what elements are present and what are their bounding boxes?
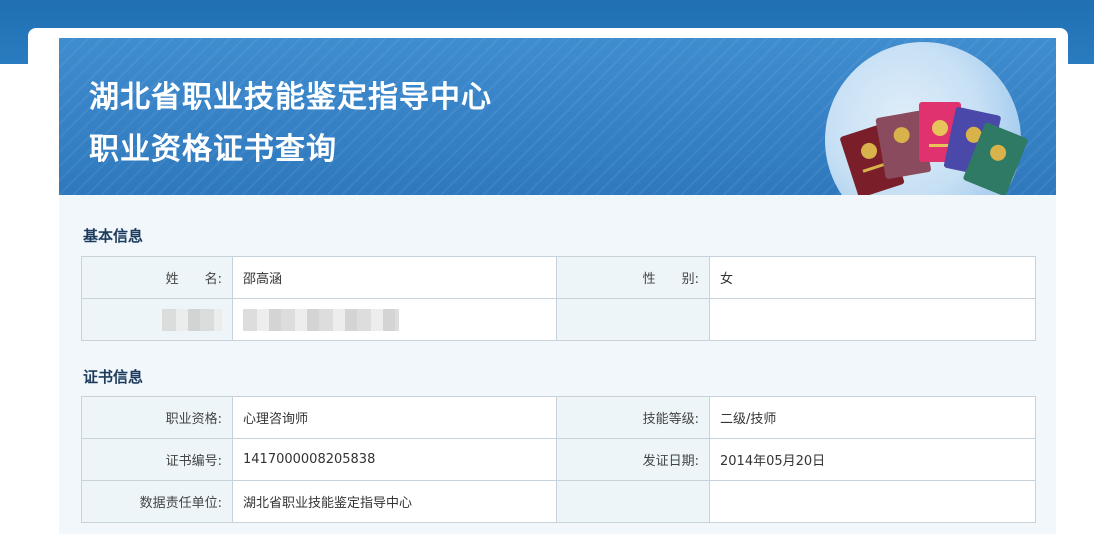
value-name: 邵高涵 bbox=[232, 256, 557, 299]
header-banner: 湖北省职业技能鉴定指导中心 职业资格证书查询 bbox=[59, 38, 1056, 195]
query-result-panel: 基本信息 姓 名: 邵高涵 性 别: 女 证书信息 职业资格: 心理咨询师 技能… bbox=[59, 195, 1056, 534]
redacted-value-blur bbox=[243, 308, 399, 331]
table-row: 职业资格: 心理咨询师 技能等级: 二级/技师 bbox=[81, 396, 1036, 439]
cert-info-table: 职业资格: 心理咨询师 技能等级: 二级/技师 证书编号: 1417000008… bbox=[81, 396, 1036, 523]
value-cert-number: 1417000008205838 bbox=[232, 438, 557, 481]
section-title-basic-info: 基本信息 bbox=[83, 227, 144, 245]
label-responsible-unit: 数据责任单位: bbox=[81, 480, 233, 523]
banner-title-organization: 湖北省职业技能鉴定指导中心 bbox=[89, 80, 492, 115]
label-name: 姓 名: bbox=[81, 256, 233, 299]
value-issue-date: 2014年05月20日 bbox=[709, 438, 1036, 481]
redacted-label-blur bbox=[162, 308, 222, 331]
label-cert-number: 证书编号: bbox=[81, 438, 233, 481]
label-skill-level: 技能等级: bbox=[556, 396, 710, 439]
basic-info-table: 姓 名: 邵高涵 性 别: 女 bbox=[81, 256, 1036, 341]
value-gender: 女 bbox=[709, 256, 1036, 299]
section-title-cert-info: 证书信息 bbox=[83, 368, 144, 386]
value-occupation: 心理咨询师 bbox=[232, 396, 557, 439]
label-redacted bbox=[81, 298, 233, 341]
value-skill-level: 二级/技师 bbox=[709, 396, 1036, 439]
label-occupation: 职业资格: bbox=[81, 396, 233, 439]
value-empty bbox=[709, 480, 1036, 523]
banner-title-query: 职业资格证书查询 bbox=[89, 132, 337, 167]
table-row bbox=[81, 298, 1036, 341]
value-redacted bbox=[232, 298, 557, 341]
table-row: 数据责任单位: 湖北省职业技能鉴定指导中心 bbox=[81, 480, 1036, 523]
table-row: 证书编号: 1417000008205838 发证日期: 2014年05月20日 bbox=[81, 438, 1036, 481]
label-issue-date: 发证日期: bbox=[556, 438, 710, 481]
table-row: 姓 名: 邵高涵 性 别: 女 bbox=[81, 256, 1036, 299]
label-empty bbox=[556, 480, 710, 523]
label-gender: 性 别: bbox=[556, 256, 710, 299]
value-empty bbox=[709, 298, 1036, 341]
value-responsible-unit: 湖北省职业技能鉴定指导中心 bbox=[232, 480, 557, 523]
certificate-booklets-illustration-icon bbox=[840, 102, 1028, 195]
label-empty bbox=[556, 298, 710, 341]
